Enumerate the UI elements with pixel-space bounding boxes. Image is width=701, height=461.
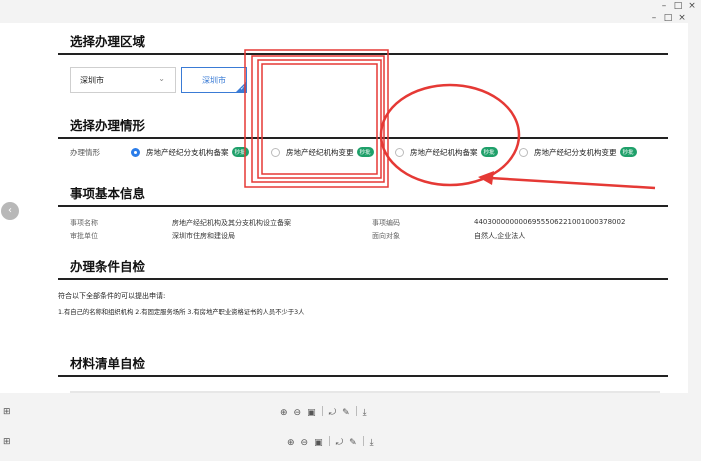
instant-approval-badge: 秒批 [480, 147, 498, 157]
fit-page-icon[interactable]: ▣ [307, 408, 316, 418]
selected-city-tag[interactable]: 深圳市 ✓ [181, 67, 247, 93]
situation-row-label: 办理情形 [70, 148, 100, 157]
minimize-icon[interactable]: – [647, 13, 661, 23]
conditions-intro: 符合以下全部条件的可以提出申请: [58, 292, 166, 300]
divider [58, 137, 668, 139]
inner-window-controls: – □ × [647, 13, 689, 23]
conditions-section-title: 办理条件自检 [70, 259, 146, 274]
grid-icon[interactable]: ⊞ [3, 407, 11, 417]
item-name-label: 事项名称 [70, 219, 98, 227]
zoom-in-icon[interactable]: ⊕ [287, 438, 295, 448]
item-name-value: 房地产经纪机构及其分支机构设立备案 [172, 219, 291, 227]
edit-icon[interactable]: ✎ [349, 438, 357, 448]
grid-icon[interactable]: ⊞ [3, 437, 11, 447]
outer-window-controls: – □ × [657, 1, 699, 11]
check-icon: ✓ [239, 85, 245, 92]
radio-checked-icon[interactable] [131, 148, 140, 157]
divider [355, 406, 357, 416]
divider [328, 436, 330, 446]
situation-option-2[interactable]: 房地产经纪机构变更 秒批 [271, 147, 374, 158]
download-icon[interactable]: ⤓ [370, 438, 374, 448]
divider [58, 278, 668, 280]
radio-icon[interactable] [395, 148, 404, 157]
divider [321, 406, 323, 416]
instant-approval-badge: 秒批 [231, 147, 249, 157]
chevron-down-icon: ⌄ [158, 74, 165, 83]
viewer-toolbar: ⊞ ⊕ ⊖ ▣ ⤾ ✎ ⤓ [0, 402, 701, 424]
close-icon[interactable]: × [685, 1, 699, 11]
document-page: 选择办理区域 深圳市 ⌄ 深圳市 ✓ 选择办理情形 办理情形 房地产经纪分支机构… [0, 23, 688, 393]
maximize-icon[interactable]: □ [661, 13, 675, 23]
zoom-out-icon[interactable]: ⊖ [301, 438, 309, 448]
download-icon[interactable]: ⤓ [363, 408, 367, 418]
materials-table-header [70, 391, 660, 393]
divider [362, 436, 364, 446]
city-select-value: 深圳市 [80, 76, 104, 85]
instant-approval-badge: 秒批 [619, 147, 637, 157]
basic-info-section-title: 事项基本信息 [70, 186, 146, 201]
close-icon[interactable]: × [675, 13, 689, 23]
divider [58, 375, 668, 377]
edit-icon[interactable]: ✎ [342, 408, 350, 418]
item-code-value: 44030000000069555062210010003780​02 [474, 218, 626, 226]
maximize-icon[interactable]: □ [671, 1, 685, 11]
zoom-in-icon[interactable]: ⊕ [280, 408, 288, 418]
zoom-out-icon[interactable]: ⊖ [294, 408, 302, 418]
approval-unit-value: 深圳市住房和建设局 [172, 232, 235, 240]
target-label: 面向对象 [372, 232, 400, 240]
fit-page-icon[interactable]: ▣ [314, 438, 323, 448]
divider [58, 53, 668, 55]
approval-unit-label: 审批单位 [70, 232, 98, 240]
situation-option-1[interactable]: 房地产经纪分支机构备案 秒批 [131, 147, 249, 158]
situation-option-3[interactable]: 房地产经纪机构备案 秒批 [395, 147, 498, 158]
radio-icon[interactable] [271, 148, 280, 157]
rotate-icon[interactable]: ⤾ [336, 438, 344, 448]
divider [58, 205, 668, 207]
item-code-label: 事项编码 [372, 219, 400, 227]
region-section-title: 选择办理区域 [70, 34, 146, 49]
rotate-icon[interactable]: ⤾ [329, 408, 337, 418]
minimize-icon[interactable]: – [657, 1, 671, 11]
chevron-left-icon[interactable]: ‹ [1, 202, 19, 220]
selected-city-label: 深圳市 [202, 76, 226, 85]
situation-option-4[interactable]: 房地产经纪分支机构变更 秒批 [519, 147, 637, 158]
instant-approval-badge: 秒批 [356, 147, 374, 157]
viewer-toolbar: ⊞ ⊕ ⊖ ▣ ⤾ ✎ ⤓ [0, 432, 701, 454]
materials-section-title: 材料清单自检 [70, 356, 146, 371]
conditions-list: 1.有自己的名称和组织机构 2.有固定服务场所 3.有房地产职业资格证书的人员不… [58, 309, 305, 316]
situation-section-title: 选择办理情形 [70, 118, 146, 133]
city-select[interactable]: 深圳市 ⌄ [70, 67, 176, 93]
radio-icon[interactable] [519, 148, 528, 157]
target-value: 自然人,企业法人 [474, 232, 526, 240]
